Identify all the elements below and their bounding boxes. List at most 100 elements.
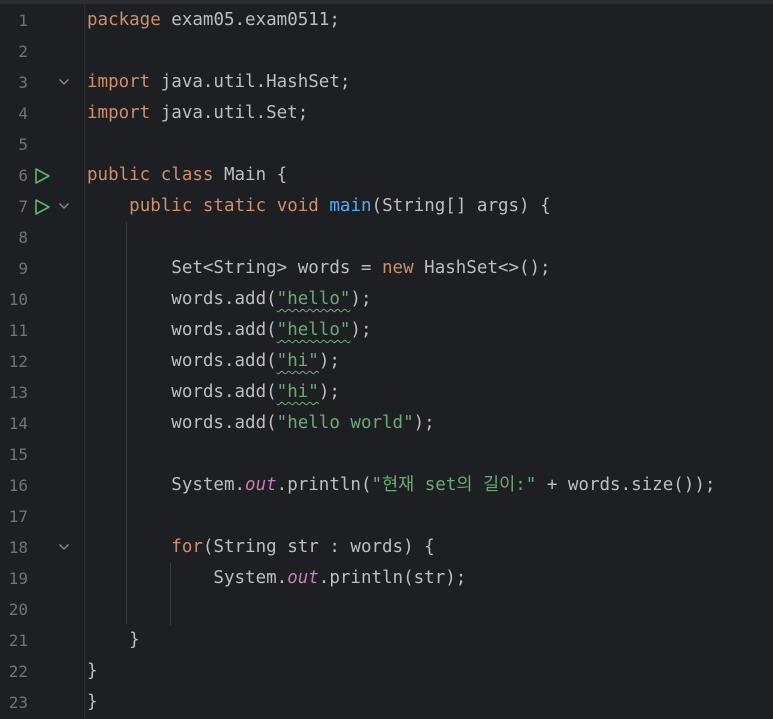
code-text[interactable]: words.add("hello world"); (87, 408, 434, 439)
line-number[interactable]: 4 (0, 98, 28, 129)
code-text[interactable]: } (87, 625, 140, 656)
editor-top-border (0, 0, 773, 4)
code-line-14[interactable]: 14 words.add("hello world"); (0, 408, 773, 439)
line-number[interactable]: 10 (0, 284, 28, 315)
code-text[interactable]: words.add("hi"); (87, 346, 340, 377)
fold-chevron-icon[interactable] (58, 201, 70, 211)
code-line-10[interactable]: 10 words.add("hello"); (0, 284, 773, 315)
code-line-7[interactable]: 7 public static void main(String[] args)… (0, 191, 773, 222)
code-text[interactable]: import java.util.Set; (87, 98, 308, 129)
line-number[interactable]: 7 (0, 191, 28, 222)
code-line-22[interactable]: 22} (0, 656, 773, 687)
code-text[interactable]: System.out.println(str); (87, 563, 466, 594)
code-text[interactable]: Set<String> words = new HashSet<>(); (87, 253, 550, 284)
code-token: } (87, 630, 140, 650)
line-number[interactable]: 19 (0, 563, 28, 594)
code-text[interactable]: for(String str : words) { (87, 532, 435, 563)
code-token: Set<String> words = (87, 258, 383, 278)
code-line-20[interactable]: 20 (0, 594, 773, 625)
code-text[interactable]: } (87, 687, 98, 718)
code-token: java.util.HashSet; (150, 72, 351, 92)
code-token: import (87, 103, 151, 123)
code-token: out (245, 475, 277, 495)
line-number[interactable]: 5 (0, 129, 28, 160)
code-token: ); (350, 320, 372, 340)
line-number[interactable]: 18 (0, 532, 28, 563)
code-token: out (287, 568, 319, 588)
code-text[interactable]: public class Main { (87, 160, 287, 191)
code-line-6[interactable]: 6 public class Main { (0, 160, 773, 191)
code-token: main (329, 196, 372, 216)
code-line-16[interactable]: 16 System.out.println("현재 set의 길이:" + wo… (0, 470, 773, 501)
code-token: for (171, 537, 203, 557)
line-number[interactable]: 14 (0, 408, 28, 439)
code-text[interactable]: } (87, 656, 98, 687)
code-line-21[interactable]: 21 } (0, 625, 773, 656)
code-text[interactable]: import java.util.HashSet; (87, 67, 350, 98)
code-line-12[interactable]: 12 words.add("hi"); (0, 346, 773, 377)
run-icon[interactable] (33, 167, 51, 185)
line-number[interactable]: 11 (0, 315, 28, 346)
code-token: words.add( (87, 289, 277, 309)
code-line-1[interactable]: 1 package exam05.exam0511; (0, 5, 773, 36)
code-line-11[interactable]: 11 words.add("hello"); (0, 315, 773, 346)
code-token: java.util.Set; (150, 103, 309, 123)
code-token: public (87, 165, 151, 185)
line-number[interactable]: 3 (0, 67, 28, 98)
code-token: ); (318, 351, 340, 371)
line-number[interactable]: 13 (0, 377, 28, 408)
line-number[interactable]: 17 (0, 501, 28, 532)
code-line-9[interactable]: 9 Set<String> words = new HashSet<>(); (0, 253, 773, 284)
line-number[interactable]: 12 (0, 346, 28, 377)
line-number[interactable]: 21 (0, 625, 28, 656)
code-line-18[interactable]: 18 for(String str : words) { (0, 532, 773, 563)
code-text[interactable]: public static void main(String[] args) { (87, 191, 551, 222)
code-token: "hi" (276, 351, 319, 371)
code-line-8[interactable]: 8 (0, 222, 773, 253)
code-token: "hello" (276, 320, 351, 340)
code-token: (String str : words) { (202, 537, 435, 557)
code-token: class (160, 165, 214, 185)
line-number[interactable]: 20 (0, 594, 28, 625)
code-token: exam05.exam0511; (160, 10, 340, 30)
line-number[interactable]: 23 (0, 687, 28, 718)
code-token: words.add( (87, 351, 277, 371)
code-line-13[interactable]: 13 words.add("hi"); (0, 377, 773, 408)
line-number[interactable]: 15 (0, 439, 28, 470)
code-token: void (276, 196, 319, 216)
code-text[interactable]: package exam05.exam0511; (87, 5, 340, 36)
code-token: words.add( (87, 382, 277, 402)
code-line-17[interactable]: 17 (0, 501, 773, 532)
code-line-5[interactable]: 5 (0, 129, 773, 160)
code-line-23[interactable]: 23} (0, 687, 773, 718)
code-text[interactable]: words.add("hi"); (87, 377, 340, 408)
code-line-19[interactable]: 19 System.out.println(str); (0, 563, 773, 594)
code-token: import (87, 72, 151, 92)
code-editor[interactable]: 1 package exam05.exam0511; 2 3 import java.u… (0, 0, 773, 719)
line-number[interactable]: 1 (0, 5, 28, 36)
run-icon[interactable] (33, 198, 51, 216)
code-token: Main { (213, 165, 288, 185)
code-token: new (382, 258, 414, 278)
code-line-15[interactable]: 15 (0, 439, 773, 470)
line-number[interactable]: 8 (0, 222, 28, 253)
code-token: "hello world" (276, 413, 414, 433)
line-number[interactable]: 16 (0, 470, 28, 501)
code-token: .println(str); (318, 568, 467, 588)
fold-chevron-icon[interactable] (58, 77, 70, 87)
line-number[interactable]: 2 (0, 36, 28, 67)
code-text[interactable]: words.add("hello"); (87, 315, 372, 346)
code-line-2[interactable]: 2 (0, 36, 773, 67)
line-number[interactable]: 22 (0, 656, 28, 687)
code-text[interactable]: words.add("hello"); (87, 284, 371, 315)
fold-chevron-icon[interactable] (58, 542, 70, 552)
code-line-3[interactable]: 3 import java.util.HashSet; (0, 67, 773, 98)
line-number[interactable]: 9 (0, 253, 28, 284)
line-number[interactable]: 6 (0, 160, 28, 191)
code-text[interactable]: System.out.println("현재 set의 길이:" + words… (87, 470, 715, 501)
code-line-4[interactable]: 4 import java.util.Set; (0, 98, 773, 129)
